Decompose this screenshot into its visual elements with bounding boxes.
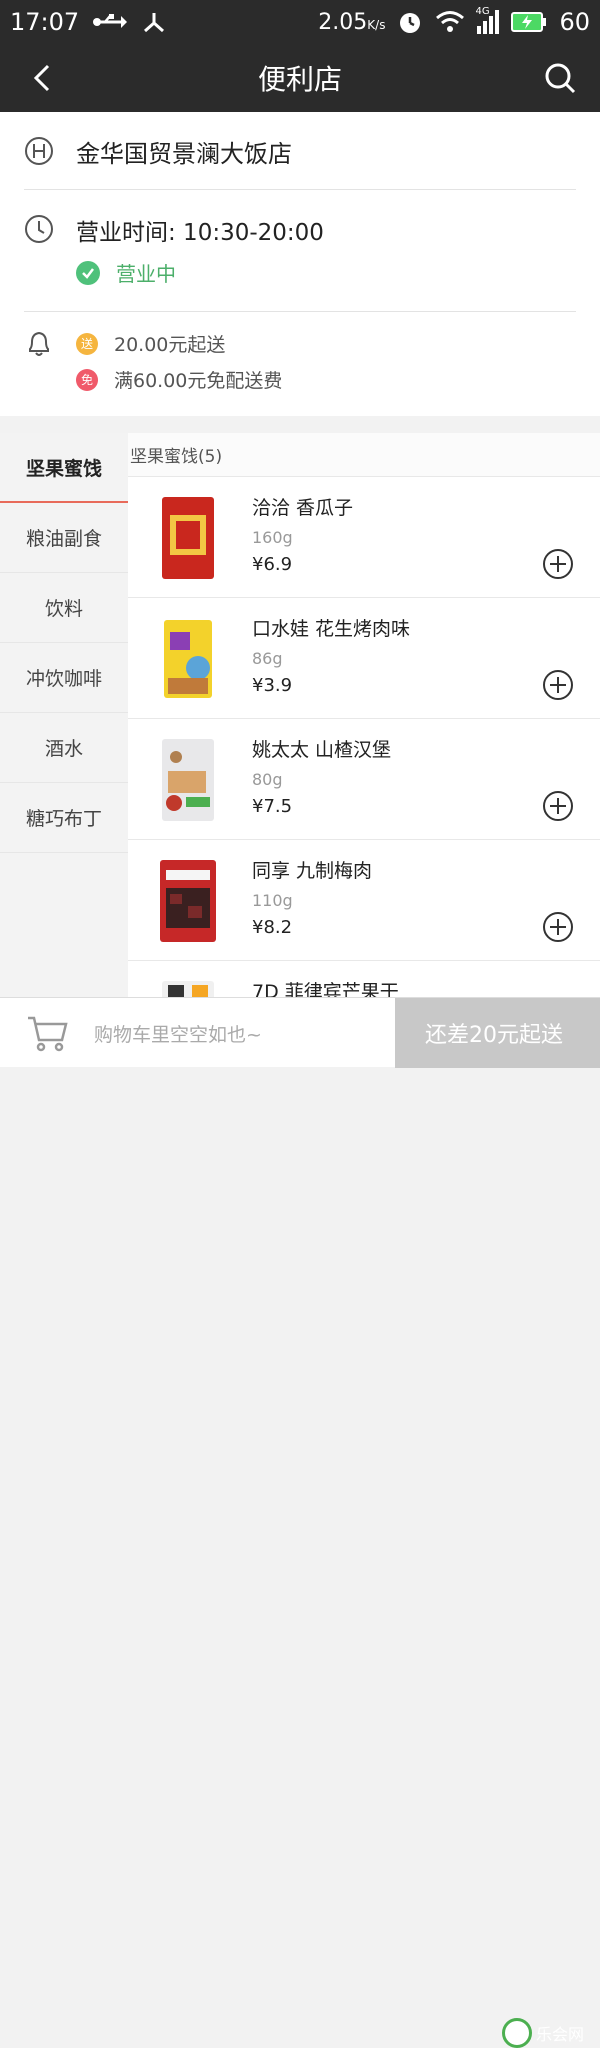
- divider: [24, 311, 576, 312]
- list-item[interactable]: 同享 九制梅肉 110g ¥8.2: [128, 840, 600, 961]
- clock-icon: [25, 215, 53, 243]
- product-image: [162, 981, 214, 997]
- product-name: 姚太太 山楂汉堡: [252, 739, 392, 761]
- product-weight: 86g: [252, 649, 283, 668]
- clock: 17:07: [10, 8, 80, 36]
- watermark-logo-icon: [502, 2018, 532, 2048]
- product-image: [164, 620, 212, 698]
- divider: [24, 189, 576, 190]
- checkout-label: 还差20元起送: [425, 1023, 563, 1048]
- category-sidebar: 坚果蜜饯 粮油副食 饮料 冲饮咖啡 酒水 糖巧布丁: [0, 433, 128, 997]
- product-weight: 80g: [252, 770, 283, 789]
- nav-bar: 便利店: [0, 44, 600, 112]
- category-coffee[interactable]: 冲饮咖啡: [0, 643, 128, 713]
- category-nuts[interactable]: 坚果蜜饯: [0, 433, 128, 503]
- free-delivery-text: 满60.00元免配送费: [114, 370, 283, 392]
- watermark-text: 乐会网: [536, 2025, 585, 2044]
- page-title: 便利店: [257, 63, 342, 96]
- checkout-button[interactable]: 还差20元起送: [395, 998, 600, 1068]
- business-hours: 营业时间: 10:30-20:00: [76, 220, 324, 246]
- free-delivery-row: 免 满60.00元免配送费: [76, 366, 282, 393]
- bell-icon: [29, 331, 49, 356]
- hotel-icon: [25, 137, 53, 165]
- category-drinks[interactable]: 饮料: [0, 573, 128, 643]
- min-order-row: 送 20.00元起送: [76, 330, 225, 357]
- product-name: 同享 九制梅肉: [252, 860, 373, 882]
- list-header: 坚果蜜饯(5): [128, 433, 600, 477]
- store-name: 金华国贸景澜大饭店: [76, 140, 292, 168]
- add-circle-icon[interactable]: [542, 911, 574, 943]
- usb-icon: [93, 14, 128, 28]
- product-weight: 110g: [252, 891, 293, 910]
- watermark: 乐会网: [502, 2018, 584, 2048]
- list-item[interactable]: 7D 菲律宾芒果干: [128, 961, 600, 997]
- category-candy[interactable]: 糖巧布丁: [0, 783, 128, 853]
- check-circle-icon: [76, 260, 100, 285]
- product-price: ¥7.5: [252, 796, 293, 817]
- list-item[interactable]: 洽洽 香瓜子 160g ¥6.9: [128, 477, 600, 598]
- signal-icon: 4G: [475, 6, 500, 34]
- min-order-text: 20.00元起送: [114, 334, 226, 356]
- category-liquor[interactable]: 酒水: [0, 713, 128, 783]
- product-image: [162, 739, 214, 821]
- search-icon[interactable]: [542, 60, 578, 96]
- net-speed: 2.05K/s: [318, 9, 386, 35]
- product-price: ¥8.2: [252, 917, 293, 938]
- product-image: [162, 497, 214, 579]
- free-delivery-badge: 免: [76, 368, 98, 391]
- shopping-cart-icon[interactable]: [26, 1014, 68, 1052]
- status-bar: 17:07 2.05K/s 4G 60: [0, 0, 600, 44]
- battery-level: 60: [559, 8, 590, 36]
- list-item[interactable]: 姚太太 山楂汉堡 80g ¥7.5: [128, 719, 600, 840]
- open-status: 营业中: [76, 258, 176, 287]
- add-circle-icon[interactable]: [542, 548, 574, 580]
- alarm-icon: [400, 13, 421, 33]
- share-network-icon: [144, 13, 165, 33]
- list-item[interactable]: 口水娃 花生烤肉味 86g ¥3.9: [128, 598, 600, 719]
- add-circle-icon[interactable]: [542, 669, 574, 701]
- min-order-badge: 送: [76, 332, 98, 355]
- add-circle-icon[interactable]: [542, 790, 574, 822]
- network-type: 4G: [475, 6, 490, 17]
- product-name: 口水娃 花生烤肉味: [252, 618, 411, 640]
- product-price: ¥6.9: [252, 554, 293, 575]
- product-name: 洽洽 香瓜子: [252, 497, 354, 519]
- product-image: [160, 860, 216, 942]
- back-arrow-icon[interactable]: [26, 60, 62, 96]
- product-list: 坚果蜜饯(5) 洽洽 香瓜子 160g ¥6.9 口水娃 花生烤肉味 86g ¥…: [128, 433, 600, 997]
- open-status-text: 营业中: [116, 262, 176, 286]
- cart-bar: 购物车里空空如也~ 还差20元起送 乐会网: [0, 997, 600, 2048]
- product-name: 7D 菲律宾芒果干: [252, 981, 399, 997]
- product-weight: 160g: [252, 528, 293, 547]
- wifi-icon: [436, 11, 465, 32]
- category-grain-oil[interactable]: 粮油副食: [0, 503, 128, 573]
- cart-empty-text: 购物车里空空如也~: [94, 1024, 262, 1046]
- store-info-panel: 金华国贸景澜大饭店 营业时间: 10:30-20:00 营业中 送 20.00元…: [0, 112, 600, 416]
- battery-icon: [511, 12, 547, 32]
- product-price: ¥3.9: [252, 675, 293, 696]
